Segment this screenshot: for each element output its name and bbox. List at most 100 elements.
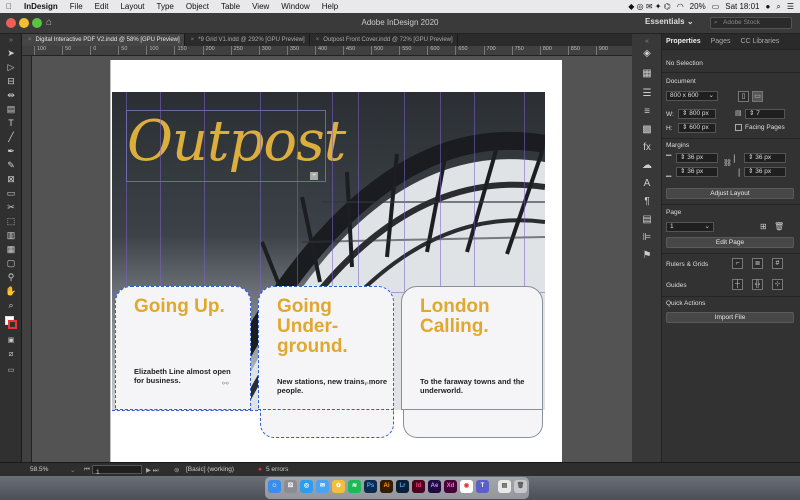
direct-selection-tool-icon[interactable]: ▷ (5, 62, 17, 72)
menu-app-indesign[interactable]: InDesign (18, 2, 64, 11)
formatting-affects-container-icon[interactable]: ▣ (5, 336, 17, 346)
smart-guides-icon[interactable]: ⊹ (772, 279, 783, 290)
photos-icon[interactable]: ✿ (332, 480, 345, 493)
card-bottom-going-underground[interactable] (260, 410, 394, 438)
content-collector-icon[interactable]: ▤ (5, 104, 17, 114)
pencil-tool-icon[interactable]: ✎ (5, 160, 17, 170)
menu-object[interactable]: Object (180, 2, 215, 11)
link-icon[interactable]: ⚯ (365, 379, 379, 389)
text-wrap-panel-icon[interactable]: ▤ (640, 214, 654, 226)
note-tool-icon[interactable]: ▢ (5, 258, 17, 268)
gradient-swatch-tool-icon[interactable]: ▥ (5, 230, 17, 240)
link-margins-icon[interactable]: ⛓ (723, 159, 732, 167)
adjust-layout-button[interactable]: Adjust Layout (666, 188, 794, 199)
notes-icon[interactable]: ▤ (498, 480, 511, 493)
workspace-switcher[interactable]: Essentials ⌄ (645, 17, 694, 26)
photoshop-icon[interactable]: Ps (364, 480, 377, 493)
story-card-going-up[interactable]: Going Up. Elizabeth Line almost open for… (115, 286, 251, 410)
menu-table[interactable]: Table (215, 2, 246, 11)
eyedropper-tool-icon[interactable]: ⚲ (5, 272, 17, 282)
menu-edit[interactable]: Edit (89, 2, 115, 11)
xd-icon[interactable]: Xd (444, 480, 457, 493)
status-menu-icons[interactable]: ◆ ◎ ✉ ✦ ⌬ (628, 2, 670, 11)
preflight-errors[interactable]: 5 errors (266, 466, 288, 473)
spotify-icon[interactable]: ≋ (348, 480, 361, 493)
menu-layout[interactable]: Layout (114, 2, 150, 11)
facing-pages-checkbox[interactable] (735, 124, 742, 131)
screen-mode-icon[interactable]: ▭ (5, 366, 17, 376)
logo-text-frame[interactable]: Outpost (126, 109, 346, 182)
zoom-chevron-icon[interactable]: ⌄ (70, 466, 75, 474)
lightroom-icon[interactable]: Lr (396, 480, 409, 493)
wifi-icon[interactable]: ◠ (677, 2, 684, 11)
baseline-grid-icon[interactable]: ≣ (752, 258, 763, 269)
rectangle-frame-tool-icon[interactable]: ⊠ (5, 174, 17, 184)
apply-none-icon[interactable]: ⧄ (5, 350, 17, 360)
cc-libraries-panel-icon[interactable]: ☁ (640, 160, 654, 172)
selection-tool-icon[interactable]: ➤ (5, 48, 17, 58)
menu-type[interactable]: Type (151, 2, 180, 11)
close-tab-icon[interactable]: × (191, 34, 195, 46)
delete-page-icon[interactable]: 🗑 (774, 222, 784, 231)
document-preset-select[interactable]: 800 x 600 ⌄ (666, 91, 718, 101)
chrome-icon[interactable]: ◉ (460, 480, 473, 493)
menu-file[interactable]: File (64, 2, 89, 11)
margin-left-field[interactable]: ⇕ 36 px (744, 153, 786, 163)
bookmarks-panel-icon[interactable]: ⚑ (640, 250, 654, 262)
pen-tool-icon[interactable]: ✒ (5, 146, 17, 156)
tab-9-grid[interactable]: × *9 Grid V1.indd @ 292% [GPU Preview] (185, 34, 310, 46)
layers-panel-icon[interactable]: ◈ (640, 48, 654, 60)
align-panel-icon[interactable]: ⊫ (640, 232, 654, 244)
after-effects-icon[interactable]: Ae (428, 480, 441, 493)
rectangle-tool-icon[interactable]: ▭ (5, 188, 17, 198)
lock-guides-icon[interactable]: ╬ (752, 279, 763, 290)
show-guides-icon[interactable]: ┼ (732, 279, 743, 290)
import-file-button[interactable]: Import File (666, 312, 794, 323)
scissors-tool-icon[interactable]: ✂ (5, 202, 17, 212)
add-page-icon[interactable]: ⊞ (760, 222, 767, 231)
text-overflow-icon[interactable]: + (310, 172, 318, 180)
user-avatar[interactable]: ● (766, 2, 771, 11)
landscape-orientation-icon[interactable]: ▭ (752, 91, 763, 102)
indesign-icon[interactable]: Id (412, 480, 425, 493)
menu-window[interactable]: Window (275, 2, 315, 11)
tab-digital-interactive-pdf[interactable]: × Digital Interactive PDF V2.indd @ 58% [… (22, 34, 185, 46)
page-select[interactable]: 1 ⌄ (666, 222, 714, 232)
horizontal-ruler[interactable]: 100 50 0 50 100 150 200 250 300 350 400 450 500 550 60… (22, 46, 632, 56)
paragraph-panel-icon[interactable]: ¶ (640, 196, 654, 208)
pasteboard[interactable]: Outpost + Going Up. Elizabeth Line almos… (32, 56, 632, 462)
zoom-tool-icon[interactable]: ⌕ (5, 300, 17, 310)
edit-page-button[interactable]: Edit Page (666, 237, 794, 248)
menu-list-icon[interactable]: ☰ (787, 2, 794, 11)
cover-photo[interactable]: Outpost + Going Up. Elizabeth Line almos… (112, 92, 545, 410)
fill-stroke-swatch-icon[interactable] (5, 316, 17, 332)
clock[interactable]: Sat 18:01 (725, 2, 759, 11)
spotlight-search-icon[interactable]: ⌕ (776, 2, 780, 12)
hand-tool-icon[interactable]: ✋ (5, 286, 17, 296)
apple-menu-icon[interactable]:  (0, 2, 18, 11)
preflight-profile[interactable]: [Basic] (working) (186, 466, 234, 473)
character-panel-icon[interactable]: A (640, 178, 654, 190)
gradient-feather-tool-icon[interactable]: ▦ (5, 244, 17, 254)
close-tab-icon[interactable]: × (28, 34, 32, 46)
pages-panel-icon[interactable]: ▦ (640, 68, 654, 80)
card-bottom-london-calling[interactable] (403, 410, 543, 438)
preflight-profile-icon[interactable]: ⊚ (174, 466, 179, 474)
mail-icon[interactable]: ✉ (316, 480, 329, 493)
illustrator-icon[interactable]: Ai (380, 480, 393, 493)
zoom-level[interactable]: 58.5% (30, 466, 48, 473)
page-number-field[interactable]: 1 (92, 465, 142, 476)
menu-view[interactable]: View (246, 2, 275, 11)
battery-icon[interactable]: ▭ (712, 2, 720, 11)
height-field[interactable]: ⇕ 600 px (678, 123, 716, 133)
collapse-panels-icon[interactable]: « (640, 36, 654, 48)
tab-cc-libraries[interactable]: CC Libraries (740, 38, 779, 45)
teams-icon[interactable]: T (476, 480, 489, 493)
show-rulers-icon[interactable]: ⌐ (732, 258, 743, 269)
effects-panel-icon[interactable]: fx (640, 142, 654, 154)
vertical-ruler[interactable] (22, 56, 32, 462)
story-card-london-calling[interactable]: London Calling. To the faraway towns and… (401, 286, 543, 410)
line-tool-icon[interactable]: ╱ (5, 132, 17, 142)
swatches-panel-icon[interactable]: ▩ (640, 124, 654, 136)
menu-help[interactable]: Help (316, 2, 344, 11)
